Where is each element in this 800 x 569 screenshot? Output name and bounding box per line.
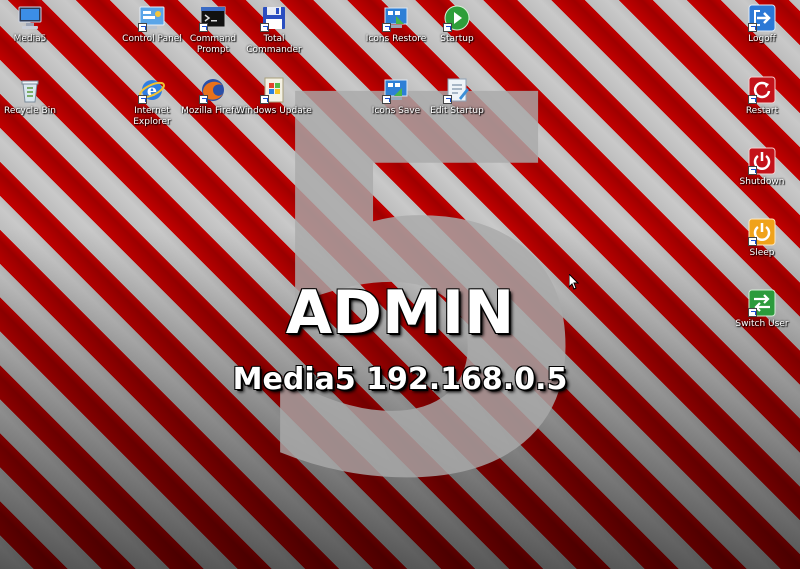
desktop-icon-label: Shutdown (739, 177, 785, 187)
computer-icon (16, 4, 44, 32)
green-arrow-icon (443, 4, 471, 32)
desktop-icon-label: Logoff (748, 34, 776, 44)
sleep-icon (748, 218, 776, 246)
desktop-icon-restart[interactable]: Restart (724, 76, 800, 117)
switch-user-icon (748, 289, 776, 317)
floppy-disk-icon (260, 4, 288, 32)
desktop-icon-switch-user[interactable]: Switch User (724, 289, 800, 330)
wallpaper-subtitle: Media5 192.168.0.5 (232, 362, 568, 397)
desktop-icon-logoff[interactable]: Logoff (724, 4, 800, 45)
logoff-icon (748, 4, 776, 32)
desktop-background[interactable]: 5 ADMIN Media5 192.168.0.5 Media5 Recycl… (0, 0, 800, 569)
wallpaper-title: ADMIN (285, 278, 515, 348)
shutdown-icon (748, 147, 776, 175)
desktop-icon-label: Restart (745, 106, 779, 116)
desktop-icon-shutdown[interactable]: Shutdown (724, 147, 800, 188)
desktop-icon-startup[interactable]: Startup (419, 4, 495, 45)
mouse-cursor-icon (568, 272, 580, 290)
desktop-icon-label: Sleep (749, 248, 775, 258)
desktop-icon-sleep[interactable]: Sleep (724, 218, 800, 259)
desktop-icon-label: Switch User (735, 319, 789, 329)
desktop-icon-media5[interactable]: Media5 (0, 4, 68, 45)
desktop-icon-label: Startup (440, 34, 474, 44)
command-prompt-icon (199, 4, 227, 32)
desktop-icon-label: Total Commander (246, 34, 302, 55)
desktop-icon-label: Media5 (13, 34, 47, 44)
desktop-icon-windows-update[interactable]: Windows Update (236, 76, 312, 117)
icons-save-icon (382, 76, 410, 104)
desktop-icon-label: Recycle Bin (4, 106, 56, 116)
desktop-icon-total-commander[interactable]: Total Commander (236, 4, 312, 56)
icons-restore-icon (382, 4, 410, 32)
restart-icon (748, 76, 776, 104)
desktop-icon-label: Edit Startup (430, 106, 484, 116)
edit-icon (443, 76, 471, 104)
desktop-icon-edit-startup[interactable]: Edit Startup (419, 76, 495, 117)
windows-update-icon (260, 76, 288, 104)
recycle-bin-icon (16, 76, 44, 104)
desktop-icon-recycle-bin[interactable]: Recycle Bin (0, 76, 68, 117)
firefox-icon (199, 76, 227, 104)
internet-explorer-icon: e (138, 76, 166, 104)
control-panel-icon (138, 4, 166, 32)
desktop-icon-label: Windows Update (236, 106, 312, 116)
